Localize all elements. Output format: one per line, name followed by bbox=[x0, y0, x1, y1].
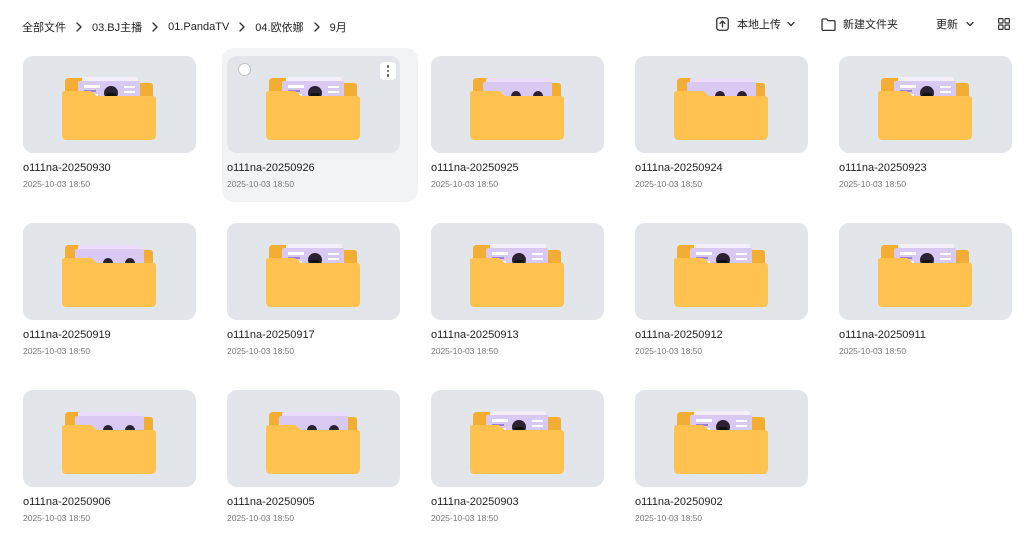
folder-date: 2025-10-03 18:50 bbox=[227, 346, 295, 356]
folder-thumbnail bbox=[431, 223, 604, 320]
folder-card[interactable]: o111na-20250913 2025-10-03 18:50 bbox=[426, 215, 622, 369]
folder-date: 2025-10-03 18:50 bbox=[635, 179, 703, 189]
breadcrumb-item[interactable]: 9月 bbox=[330, 19, 347, 35]
folder-name: o111na-20250926 bbox=[227, 162, 315, 174]
folder-thumbnail bbox=[23, 390, 196, 487]
folder-thumbnail bbox=[23, 223, 196, 320]
grid-view-button[interactable] bbox=[998, 18, 1010, 30]
folder-icon bbox=[62, 412, 156, 474]
chevron-right-icon bbox=[304, 22, 330, 32]
folder-thumbnail bbox=[635, 390, 808, 487]
folder-thumbnail bbox=[635, 223, 808, 320]
sort-button[interactable]: 更新 bbox=[936, 16, 974, 32]
folder-thumbnail bbox=[23, 56, 196, 153]
folder-icon bbox=[266, 77, 360, 140]
folder-thumbnail bbox=[227, 390, 400, 487]
top-bar: 全部文件 03.BJ主播 01.PandaTV 04.欧依娜 9月 本地上传 新建文件夹… bbox=[0, 0, 1024, 54]
folder-card[interactable]: o111na-20250912 2025-10-03 18:50 bbox=[630, 215, 826, 369]
new-folder-label: 新建文件夹 bbox=[843, 19, 898, 31]
grid-view-icon bbox=[998, 18, 1010, 30]
folder-icon bbox=[62, 245, 156, 307]
folder-name: o111na-20250905 bbox=[227, 496, 315, 508]
folder-name: o111na-20250923 bbox=[839, 162, 927, 174]
select-checkbox[interactable] bbox=[238, 63, 251, 76]
folder-date: 2025-10-03 18:50 bbox=[839, 346, 907, 356]
upload-dropdown-icon bbox=[787, 21, 795, 27]
chevron-right-icon bbox=[142, 22, 168, 32]
folder-date: 2025-10-03 18:50 bbox=[431, 179, 499, 189]
folder-name: o111na-20250902 bbox=[635, 496, 723, 508]
folder-name: o111na-20250925 bbox=[431, 162, 519, 174]
folder-card[interactable]: o111na-20250930 2025-10-03 18:50 bbox=[18, 48, 214, 202]
breadcrumb-item[interactable]: 03.BJ主播 bbox=[92, 19, 142, 35]
folder-icon bbox=[674, 411, 768, 474]
new-folder-button[interactable]: 新建文件夹 bbox=[821, 16, 898, 32]
folder-icon bbox=[266, 412, 360, 474]
folder-card[interactable]: o111na-20250905 2025-10-03 18:50 bbox=[222, 382, 418, 536]
folder-name: o111na-20250930 bbox=[23, 162, 111, 174]
folder-name: o111na-20250906 bbox=[23, 496, 111, 508]
folder-date: 2025-10-03 18:50 bbox=[23, 346, 91, 356]
folder-add-icon bbox=[821, 17, 836, 31]
folder-card[interactable]: o111na-20250924 2025-10-03 18:50 bbox=[630, 48, 826, 202]
folder-icon bbox=[470, 244, 564, 307]
folder-icon bbox=[878, 244, 972, 307]
folder-name: o111na-20250911 bbox=[839, 329, 926, 341]
folder-icon bbox=[266, 244, 360, 307]
folder-thumbnail bbox=[227, 223, 400, 320]
folder-date: 2025-10-03 18:50 bbox=[635, 346, 703, 356]
folder-icon bbox=[878, 77, 972, 140]
folder-icon bbox=[470, 78, 564, 140]
folder-thumbnail bbox=[635, 56, 808, 153]
folder-name: o111na-20250912 bbox=[635, 329, 723, 341]
folder-name: o111na-20250913 bbox=[431, 329, 519, 341]
folder-card[interactable]: o111na-20250903 2025-10-03 18:50 bbox=[426, 382, 622, 536]
folder-card[interactable]: o111na-20250923 2025-10-03 18:50 bbox=[834, 48, 1024, 202]
folder-date: 2025-10-03 18:50 bbox=[227, 513, 295, 523]
folder-icon bbox=[62, 77, 156, 140]
folder-card[interactable]: o111na-20250926 2025-10-03 18:50 bbox=[222, 48, 418, 202]
folder-icon bbox=[674, 244, 768, 307]
folder-name: o111na-20250919 bbox=[23, 329, 111, 341]
more-options-icon[interactable] bbox=[380, 62, 396, 80]
breadcrumb: 全部文件 03.BJ主播 01.PandaTV 04.欧依娜 9月 bbox=[22, 19, 347, 35]
folder-thumbnail bbox=[839, 56, 1012, 153]
breadcrumb-item[interactable]: 01.PandaTV bbox=[168, 21, 229, 33]
folder-card[interactable]: o111na-20250919 2025-10-03 18:50 bbox=[18, 215, 214, 369]
chevron-right-icon bbox=[66, 22, 92, 32]
upload-label: 本地上传 bbox=[737, 19, 781, 31]
folder-card[interactable]: o111na-20250917 2025-10-03 18:50 bbox=[222, 215, 418, 369]
upload-button[interactable]: 本地上传 bbox=[716, 16, 795, 32]
toolbar-actions: 本地上传 新建文件夹 更新 bbox=[716, 16, 1010, 32]
folder-thumbnail bbox=[431, 56, 604, 153]
folder-date: 2025-10-03 18:50 bbox=[227, 179, 295, 189]
folder-date: 2025-10-03 18:50 bbox=[23, 179, 91, 189]
folder-card[interactable]: o111na-20250925 2025-10-03 18:50 bbox=[426, 48, 622, 202]
folder-name: o111na-20250903 bbox=[431, 496, 519, 508]
folder-name: o111na-20250924 bbox=[635, 162, 723, 174]
breadcrumb-item[interactable]: 04.欧依娜 bbox=[255, 19, 303, 35]
sort-label: 更新 bbox=[936, 19, 958, 31]
folder-name: o111na-20250917 bbox=[227, 329, 315, 341]
breadcrumb-item[interactable]: 全部文件 bbox=[22, 19, 66, 35]
folder-card[interactable]: o111na-20250902 2025-10-03 18:50 bbox=[630, 382, 826, 536]
folder-date: 2025-10-03 18:50 bbox=[431, 513, 499, 523]
folder-icon bbox=[674, 78, 768, 140]
folder-icon bbox=[470, 411, 564, 474]
folder-date: 2025-10-03 18:50 bbox=[431, 346, 499, 356]
chevron-right-icon bbox=[229, 22, 255, 32]
folder-date: 2025-10-03 18:50 bbox=[839, 179, 907, 189]
folder-thumbnail bbox=[839, 223, 1012, 320]
folder-date: 2025-10-03 18:50 bbox=[23, 513, 91, 523]
folder-date: 2025-10-03 18:50 bbox=[635, 513, 703, 523]
chevron-down-icon bbox=[966, 21, 974, 27]
upload-icon bbox=[716, 17, 729, 31]
folder-thumbnail bbox=[227, 56, 400, 153]
folder-thumbnail bbox=[431, 390, 604, 487]
folder-card[interactable]: o111na-20250911 2025-10-03 18:50 bbox=[834, 215, 1024, 369]
folder-card[interactable]: o111na-20250906 2025-10-03 18:50 bbox=[18, 382, 214, 536]
